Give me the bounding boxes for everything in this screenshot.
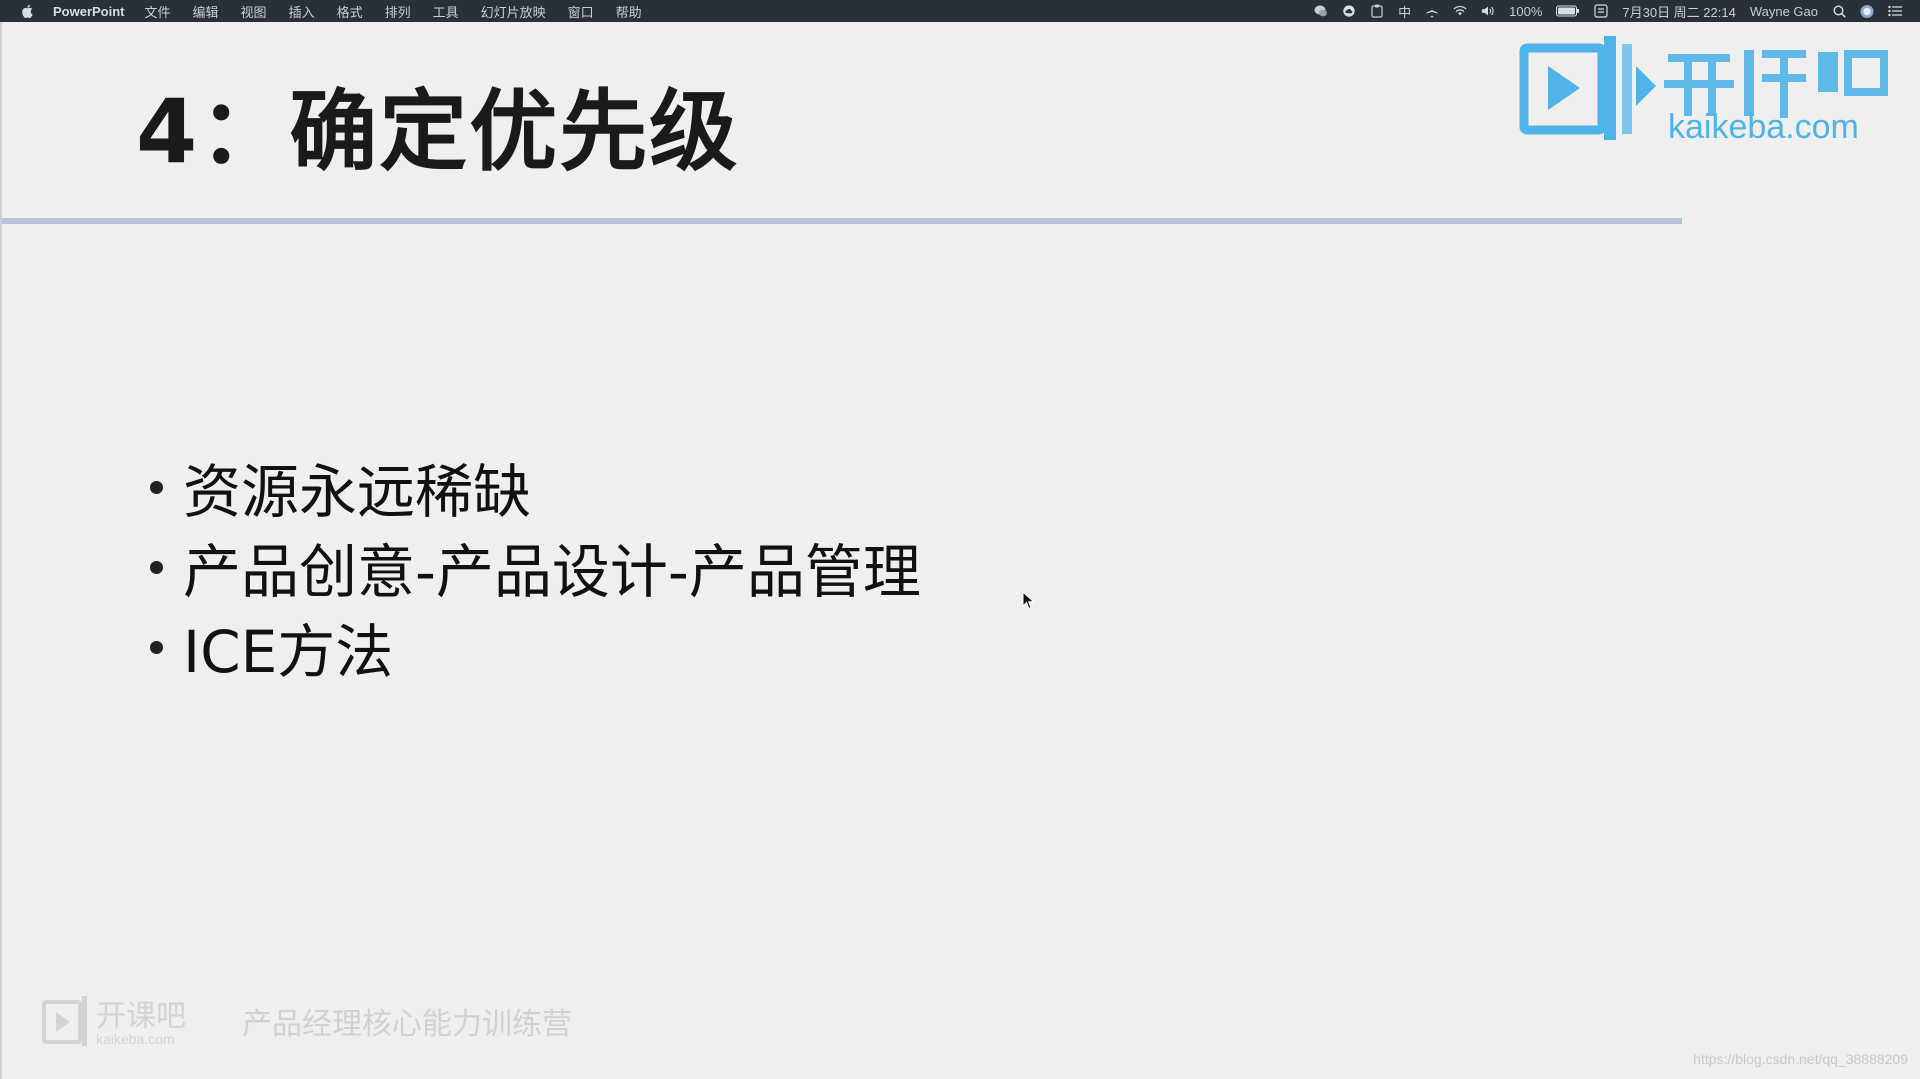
menu-insert[interactable]: 插入	[289, 2, 315, 21]
app-name-menu[interactable]: PowerPoint	[53, 4, 125, 19]
bullet-list: 资源永远稀缺 产品创意-产品设计-产品管理 ICE方法	[150, 447, 921, 687]
notes-icon[interactable]	[1594, 4, 1608, 18]
kaikeba-logo: kaikeba.com	[1519, 36, 1888, 146]
clipboard-icon[interactable]	[1370, 4, 1384, 18]
menu-slideshow[interactable]: 幻灯片放映	[481, 2, 546, 21]
list-item: 资源永远稀缺	[150, 447, 921, 527]
battery-icon[interactable]	[1556, 4, 1580, 18]
menu-format[interactable]: 格式	[337, 2, 363, 21]
spotlight-search-icon[interactable]	[1832, 4, 1846, 18]
menu-arrange[interactable]: 排列	[385, 2, 411, 21]
bullet-text: 产品创意-产品设计-产品管理	[183, 538, 921, 606]
input-method-indicator[interactable]: 中	[1398, 2, 1411, 21]
apple-menu-icon[interactable]	[20, 4, 33, 18]
bullet-text: 资源永远稀缺	[183, 458, 532, 526]
menu-help[interactable]: 帮助	[616, 2, 642, 21]
kaikeba-logo-domain: kaikeba.com	[1668, 108, 1859, 146]
screen: PowerPoint 文件 编辑 视图 插入 格式 排列 工具 幻灯片放映 窗口…	[0, 0, 1920, 1079]
menu-view[interactable]: 视图	[241, 2, 267, 21]
title-divider	[2, 218, 1682, 224]
slide-canvas: 4：确定优先级 kaikeba.com 资源永远稀缺 产品创意-产品设计-产品管…	[0, 22, 1920, 1079]
siri-icon[interactable]	[1860, 4, 1874, 18]
menu-window[interactable]: 窗口	[568, 2, 594, 21]
footer-logo-domain: kaikeba.com	[96, 1031, 175, 1047]
footer-tagline: 产品经理核心能力训练营	[242, 1007, 572, 1042]
volume-icon[interactable]	[1481, 4, 1495, 18]
menu-tools[interactable]: 工具	[433, 2, 459, 21]
airplane-icon[interactable]	[1425, 4, 1439, 18]
clock[interactable]: 7月30日 周二 22:14	[1622, 2, 1735, 21]
list-item: ICE方法	[150, 607, 921, 687]
bullet-icon	[150, 560, 163, 574]
footer-branding: 开课吧 kaikeba.com 产品经理核心能力训练营	[42, 992, 572, 1050]
mouse-cursor-icon	[1022, 591, 1035, 610]
csdn-watermark: https://blog.csdn.net/qq_38888209	[1693, 1051, 1908, 1067]
list-item: 产品创意-产品设计-产品管理	[150, 527, 921, 607]
kaikeba-footer-logo: 开课吧 kaikeba.com	[42, 996, 186, 1047]
cloud-icon[interactable]	[1342, 4, 1356, 18]
menu-edit[interactable]: 编辑	[193, 2, 219, 21]
notification-center-icon[interactable]	[1888, 4, 1902, 18]
wifi-icon[interactable]	[1453, 4, 1467, 18]
bullet-icon	[150, 640, 163, 654]
user-name[interactable]: Wayne Gao	[1750, 4, 1818, 19]
battery-percent: 100%	[1509, 3, 1543, 19]
bullet-text: ICE方法	[183, 618, 394, 686]
menu-file[interactable]: 文件	[145, 2, 171, 21]
bullet-icon	[150, 480, 163, 494]
menu-bar: PowerPoint 文件 编辑 视图 插入 格式 排列 工具 幻灯片放映 窗口…	[0, 0, 1920, 22]
wechat-icon[interactable]	[1314, 4, 1328, 18]
slide-title: 4：确定优先级	[136, 80, 740, 183]
footer-logo-name: 开课吧	[96, 999, 186, 1034]
